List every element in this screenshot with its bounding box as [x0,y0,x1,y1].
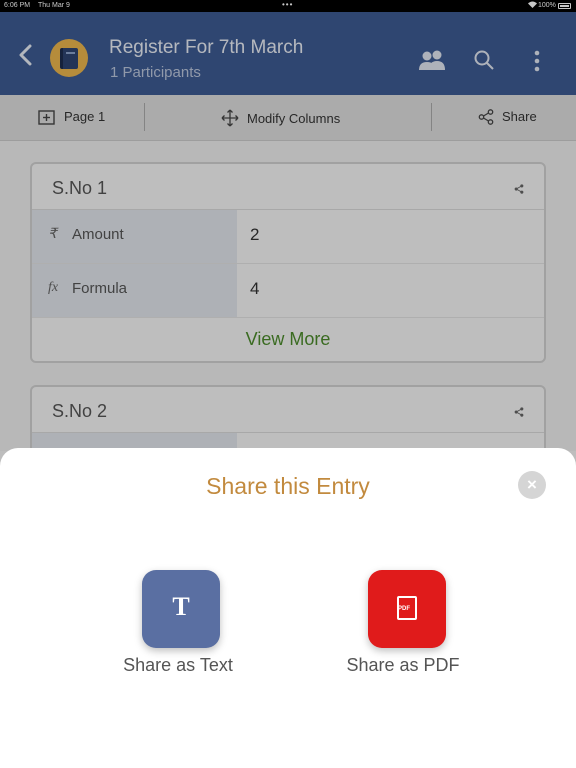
pdf-icon: PDF [397,596,417,620]
close-icon[interactable]: × [518,471,546,499]
share-as-text-button[interactable]: T [142,570,220,648]
share-as-pdf-button[interactable]: PDF [368,570,446,648]
share-as-pdf-label[interactable]: Share as PDF [313,655,493,676]
text-icon: T [172,592,190,621]
share-sheet-title: Share this Entry [206,473,370,499]
share-as-text-label[interactable]: Share as Text [88,655,268,676]
share-sheet: Share this Entry × T Share as Text PDF S… [0,448,576,768]
